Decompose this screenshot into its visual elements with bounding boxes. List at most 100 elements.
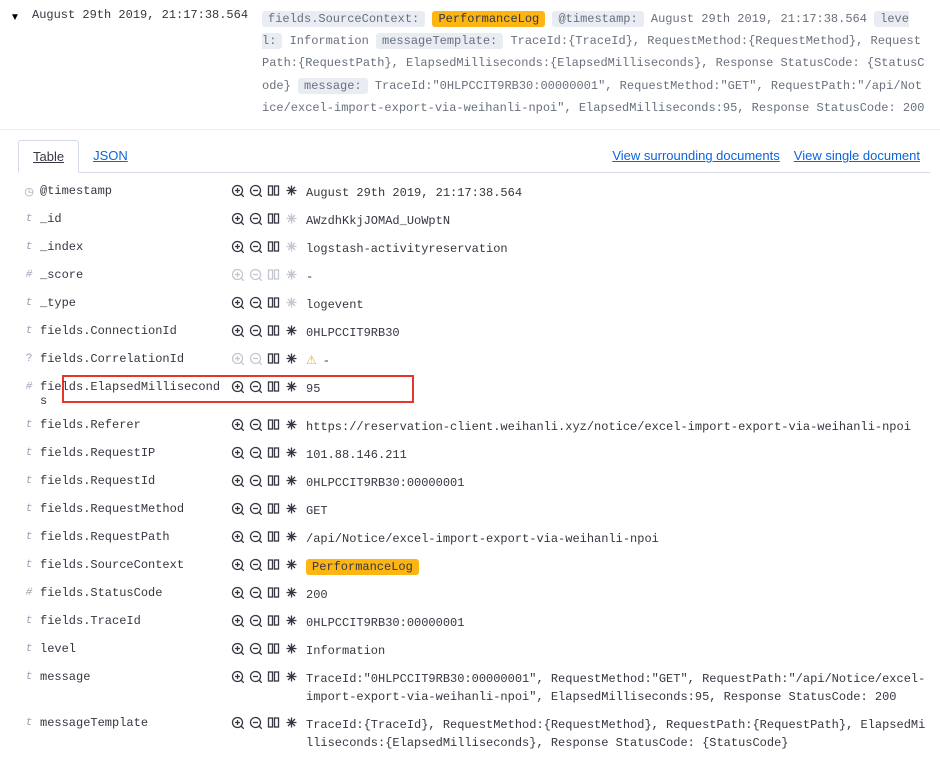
filter-out-value-icon[interactable]: [248, 614, 262, 628]
filter-exists-icon[interactable]: [284, 324, 298, 338]
filter-exists-icon[interactable]: [284, 418, 298, 432]
filter-exists-icon[interactable]: [284, 642, 298, 656]
filter-out-value-icon[interactable]: [248, 240, 262, 254]
field-value-text: 200: [306, 588, 328, 602]
link-view-surrounding[interactable]: View surrounding documents: [612, 148, 779, 163]
toggle-column-icon[interactable]: [266, 586, 280, 600]
field-value: 101.88.146.211: [306, 446, 930, 464]
toggle-column-icon[interactable]: [266, 530, 280, 544]
filter-out-value-icon[interactable]: [248, 586, 262, 600]
field-value: PerformanceLog: [306, 558, 930, 576]
filter-for-value-icon[interactable]: [230, 418, 244, 432]
filter-for-value-icon[interactable]: [230, 716, 244, 730]
filter-exists-icon[interactable]: [284, 614, 298, 628]
field-actions: [230, 296, 306, 310]
field-row: t_idAWzdhKkjJOMAd_UoWptN: [18, 207, 930, 235]
filter-for-value-icon[interactable]: [230, 642, 244, 656]
filter-for-value-icon[interactable]: [230, 474, 244, 488]
field-value: TraceId:{TraceId}, RequestMethod:{Reques…: [306, 716, 930, 752]
field-type-icon: t: [18, 474, 40, 487]
toggle-column-icon[interactable]: [266, 380, 280, 394]
filter-out-value-icon[interactable]: [248, 474, 262, 488]
filter-exists-icon[interactable]: [284, 352, 298, 366]
filter-for-value-icon[interactable]: [230, 324, 244, 338]
filter-out-value-icon[interactable]: [248, 324, 262, 338]
filter-for-value-icon[interactable]: [230, 530, 244, 544]
filter-for-value-icon[interactable]: [230, 558, 244, 572]
toggle-column-icon[interactable]: [266, 474, 280, 488]
toggle-column-icon[interactable]: [266, 352, 280, 366]
filter-exists-icon[interactable]: [284, 184, 298, 198]
tab-table[interactable]: Table: [18, 140, 79, 173]
filter-for-value-icon[interactable]: [230, 380, 244, 394]
field-actions: [230, 352, 306, 366]
filter-exists-icon[interactable]: [284, 502, 298, 516]
filter-out-value-icon[interactable]: [248, 530, 262, 544]
summary-val-sourcecontext: PerformanceLog: [432, 11, 545, 27]
field-actions: [230, 184, 306, 198]
filter-out-value-icon[interactable]: [248, 296, 262, 310]
filter-out-value-icon[interactable]: [248, 558, 262, 572]
filter-for-value-icon[interactable]: [230, 502, 244, 516]
toggle-column-icon[interactable]: [266, 716, 280, 730]
field-row: tmessageTemplateTraceId:{TraceId}, Reque…: [18, 711, 930, 757]
field-row: #fields.StatusCode200: [18, 581, 930, 609]
field-type-icon: t: [18, 716, 40, 729]
filter-out-value-icon[interactable]: [248, 212, 262, 226]
toggle-column-icon[interactable]: [266, 212, 280, 226]
toggle-column-icon[interactable]: [266, 502, 280, 516]
filter-exists-icon[interactable]: [284, 474, 298, 488]
toggle-column-icon[interactable]: [266, 558, 280, 572]
summary-message: fields.SourceContext: PerformanceLog @ti…: [258, 4, 930, 119]
field-name: fields.RequestMethod: [40, 502, 230, 516]
filter-for-value-icon[interactable]: [230, 296, 244, 310]
filter-out-value-icon[interactable]: [248, 184, 262, 198]
filter-exists-icon[interactable]: [284, 558, 298, 572]
summary-key-timestamp: @timestamp:: [552, 11, 643, 27]
filter-exists-icon[interactable]: [284, 446, 298, 460]
toggle-column-icon[interactable]: [266, 324, 280, 338]
field-type-icon: t: [18, 614, 40, 627]
toggle-column-icon[interactable]: [266, 240, 280, 254]
link-view-single[interactable]: View single document: [794, 148, 920, 163]
field-name: level: [40, 642, 230, 656]
field-type-icon: t: [18, 324, 40, 337]
filter-for-value-icon[interactable]: [230, 614, 244, 628]
filter-out-value-icon[interactable]: [248, 380, 262, 394]
tab-json[interactable]: JSON: [79, 140, 142, 172]
filter-exists-icon[interactable]: [284, 530, 298, 544]
expand-toggle-icon[interactable]: ▼: [10, 12, 20, 23]
field-name: fields.TraceId: [40, 614, 230, 628]
filter-out-value-icon[interactable]: [248, 642, 262, 656]
toggle-column-icon[interactable]: [266, 446, 280, 460]
field-row: tfields.RequestPath/api/Notice/excel-imp…: [18, 525, 930, 553]
toggle-column-icon[interactable]: [266, 418, 280, 432]
filter-for-value-icon[interactable]: [230, 212, 244, 226]
filter-exists-icon[interactable]: [284, 586, 298, 600]
field-value-text: PerformanceLog: [306, 559, 419, 575]
toggle-column-icon[interactable]: [266, 184, 280, 198]
filter-out-value-icon[interactable]: [248, 418, 262, 432]
field-name: fields.Referer: [40, 418, 230, 432]
filter-out-value-icon[interactable]: [248, 446, 262, 460]
filter-exists-icon[interactable]: [284, 716, 298, 730]
toggle-column-icon[interactable]: [266, 670, 280, 684]
filter-for-value-icon[interactable]: [230, 184, 244, 198]
filter-for-value-icon[interactable]: [230, 446, 244, 460]
filter-exists-icon[interactable]: [284, 670, 298, 684]
field-row: t_typelogevent: [18, 291, 930, 319]
toggle-column-icon[interactable]: [266, 614, 280, 628]
filter-for-value-icon[interactable]: [230, 670, 244, 684]
field-actions: [230, 614, 306, 628]
toggle-column-icon[interactable]: [266, 296, 280, 310]
filter-out-value-icon[interactable]: [248, 670, 262, 684]
field-type-icon: t: [18, 296, 40, 309]
toggle-column-icon[interactable]: [266, 642, 280, 656]
field-actions: [230, 716, 306, 730]
filter-for-value-icon[interactable]: [230, 240, 244, 254]
filter-out-value-icon[interactable]: [248, 502, 262, 516]
filter-exists-icon[interactable]: [284, 380, 298, 394]
filter-for-value-icon[interactable]: [230, 586, 244, 600]
filter-out-value-icon[interactable]: [248, 716, 262, 730]
field-name: fields.StatusCode: [40, 586, 230, 600]
